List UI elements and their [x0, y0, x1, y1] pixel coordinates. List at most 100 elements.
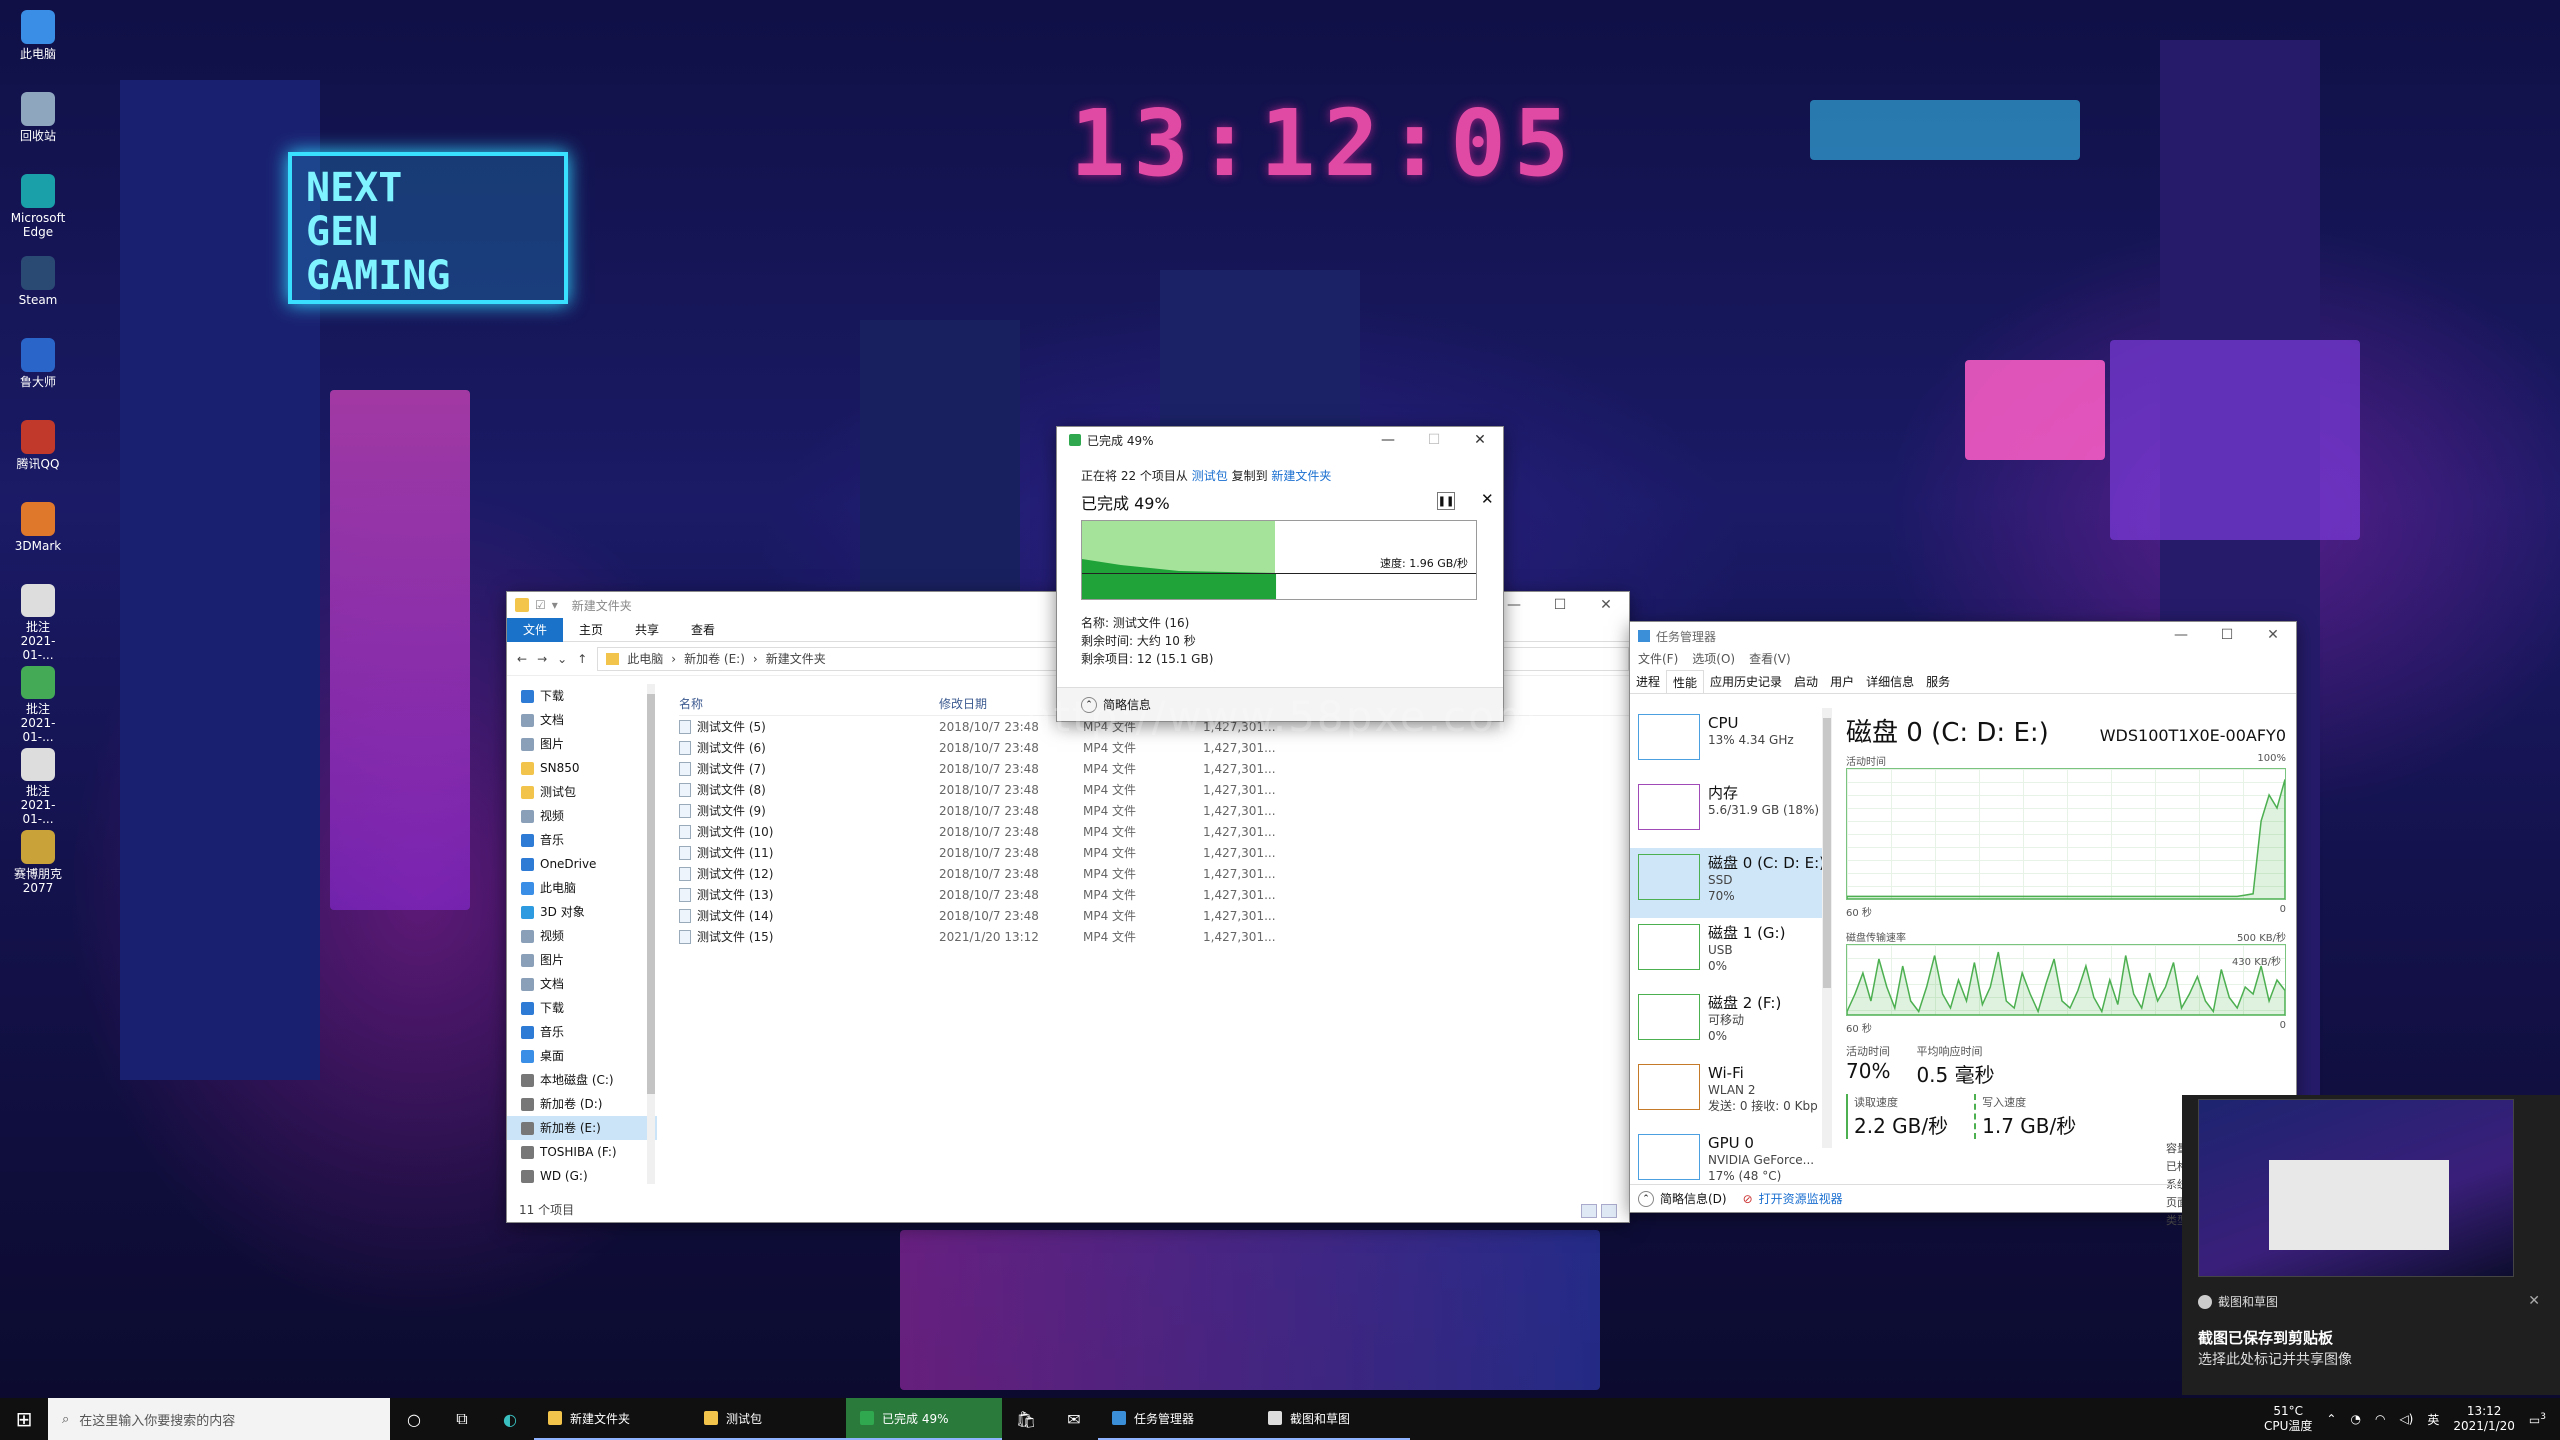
nav-item[interactable]: 本地磁盘 (C:)	[521, 1068, 657, 1092]
nav-item[interactable]: OneDrive	[521, 852, 657, 876]
nav-item[interactable]: SN850	[521, 756, 657, 780]
file-row[interactable]: 测试文件 (15) 2021/1/20 13:12 MP4 文件 1,427,301.…	[679, 926, 1629, 947]
nav-item[interactable]: 测试包	[521, 780, 657, 804]
nav-item[interactable]: WD (G:)	[521, 1164, 657, 1188]
file-row[interactable]: 测试文件 (8) 2018/10/7 23:48 MP4 文件 1,427,301..…	[679, 779, 1629, 800]
taskbar-app[interactable]: 新建文件夹	[534, 1398, 690, 1440]
store-icon[interactable]: 🛍	[1002, 1398, 1050, 1440]
nav-item[interactable]: 视频	[521, 804, 657, 828]
quick-access-check-icon[interactable]: ☑	[535, 598, 546, 612]
ribbon-tab-share[interactable]: 共享	[619, 618, 675, 642]
desktop-icon[interactable]: 批注 2021-01-...	[8, 580, 68, 662]
breadcrumb-this-pc[interactable]: 此电脑	[627, 650, 663, 667]
taskbar-app[interactable]: 已完成 49%	[846, 1398, 1002, 1440]
close-icon[interactable]: ✕	[2528, 1293, 2540, 1309]
source-folder-link[interactable]: 测试包	[1192, 469, 1228, 483]
nav-item[interactable]: 新加卷 (E:)	[507, 1116, 657, 1140]
input-method[interactable]: 英	[2427, 1411, 2439, 1428]
nav-item[interactable]: 3D 对象	[521, 900, 657, 924]
maximize-icon[interactable]: ☐	[2204, 622, 2250, 648]
cortana-icon[interactable]: ○	[390, 1398, 438, 1440]
windows-start-icon[interactable]: ⊞	[0, 1398, 48, 1440]
breadcrumb-new-folder[interactable]: 新建文件夹	[766, 650, 826, 667]
cancel-icon[interactable]: ✕	[1481, 490, 1494, 508]
recent-dropdown-icon[interactable]: ⌄	[557, 652, 567, 666]
large-icons-view-icon[interactable]	[1601, 1204, 1617, 1218]
scrollbar-thumb[interactable]	[1823, 718, 1831, 988]
nav-item[interactable]: 新加卷 (D:)	[521, 1092, 657, 1116]
file-row[interactable]: 测试文件 (11) 2018/10/7 23:48 MP4 文件 1,427,301.…	[679, 842, 1629, 863]
desktop-icon[interactable]: 批注 2021-01-...	[8, 662, 68, 744]
tab-5[interactable]: 详细信息	[1860, 670, 1920, 693]
ribbon-tab-file[interactable]: 文件	[507, 617, 564, 642]
nav-item[interactable]: 下载	[521, 996, 657, 1020]
nav-item[interactable]: 音乐	[521, 1020, 657, 1044]
scrollbar-thumb[interactable]	[647, 694, 655, 1094]
file-row[interactable]: 测试文件 (9) 2018/10/7 23:48 MP4 文件 1,427,301..…	[679, 800, 1629, 821]
tab-1[interactable]: 性能	[1666, 670, 1705, 693]
desktop-icon[interactable]: 批注 2021-01-...	[8, 744, 68, 826]
minimize-icon[interactable]: —	[2158, 622, 2204, 648]
taskbar-clock[interactable]: 13:12 2021/1/20	[2453, 1404, 2515, 1434]
taskbar-app[interactable]: 截图和草图	[1254, 1398, 1410, 1440]
nav-item[interactable]: 桌面	[521, 1044, 657, 1068]
nav-item[interactable]: 图片	[521, 948, 657, 972]
nav-item[interactable]: 音乐	[521, 828, 657, 852]
ribbon-tab-view[interactable]: 查看	[675, 618, 731, 642]
breadcrumb-volume-e[interactable]: 新加卷 (E:)	[684, 650, 745, 667]
up-arrow-icon[interactable]: ↑	[577, 652, 587, 666]
perf-item[interactable]: Wi-Fi WLAN 2 发送: 0 接收: 0 Kbp	[1630, 1058, 1830, 1128]
file-row[interactable]: 测试文件 (7) 2018/10/7 23:48 MP4 文件 1,427,301..…	[679, 758, 1629, 779]
copy-progress-dialog[interactable]: 已完成 49% — ☐ ✕ 正在将 22 个项目从 测试包 复制到 新建文件夹 …	[1057, 427, 1503, 721]
nav-item[interactable]: TOSHIBA (F:)	[521, 1140, 657, 1164]
volume-icon[interactable]: ◁)	[2399, 1412, 2413, 1426]
close-icon[interactable]: ✕	[2250, 622, 2296, 648]
desktop-icon[interactable]: 回收站	[8, 88, 68, 170]
nav-scrollbar[interactable]	[647, 684, 655, 1184]
file-row[interactable]: 测试文件 (13) 2018/10/7 23:48 MP4 文件 1,427,301.…	[679, 884, 1629, 905]
perf-item[interactable]: CPU 13% 4.34 GHz	[1630, 708, 1830, 778]
desktop-icon[interactable]: 赛博朋克 2077	[8, 826, 68, 908]
desktop-icon[interactable]: 腾讯QQ	[8, 416, 68, 498]
nav-item[interactable]: 下载	[521, 684, 657, 708]
tab-6[interactable]: 服务	[1920, 670, 1956, 693]
nav-item[interactable]: 文档	[521, 708, 657, 732]
desktop-icon[interactable]: 鲁大师	[8, 334, 68, 416]
fewer-details-button[interactable]: ⌃ 简略信息(D)	[1638, 1190, 1727, 1207]
desktop-icon[interactable]: 此电脑	[8, 6, 68, 88]
task-manager-titlebar[interactable]: 任务管理器 — ☐ ✕	[1630, 622, 2296, 650]
tab-0[interactable]: 进程	[1630, 670, 1666, 693]
menu-view[interactable]: 查看(V)	[1749, 650, 1791, 670]
tab-2[interactable]: 应用历史记录	[1704, 670, 1788, 693]
taskbar-app[interactable]: 测试包	[690, 1398, 846, 1440]
desktop-icon[interactable]: Steam	[8, 252, 68, 334]
menu-file[interactable]: 文件(F)	[1638, 650, 1678, 670]
nav-item[interactable]: 视频	[521, 924, 657, 948]
snip-notification[interactable]: 截图和草图 ✕ 截图已保存到剪贴板 选择此处标记并共享图像	[2182, 1095, 2560, 1395]
maximize-icon[interactable]: ☐	[1537, 592, 1583, 618]
perf-item[interactable]: 磁盘 1 (G:) USB 0%	[1630, 918, 1830, 988]
sidebar-scrollbar[interactable]	[1822, 708, 1832, 1148]
back-arrow-icon[interactable]: ←	[517, 652, 527, 666]
nav-item[interactable]: 文档	[521, 972, 657, 996]
notification-center-icon[interactable]: ▭3	[2529, 1412, 2546, 1427]
screenshot-thumbnail[interactable]	[2198, 1099, 2514, 1277]
tab-3[interactable]: 启动	[1788, 670, 1824, 693]
taskbar-search-box[interactable]: ⌕ 在这里输入你要搜索的内容	[48, 1398, 390, 1440]
cpu-temp[interactable]: 51°C CPU温度	[2264, 1404, 2312, 1434]
minimize-icon[interactable]: —	[1365, 427, 1411, 453]
network-icon[interactable]: ◔	[2350, 1412, 2360, 1426]
perf-item[interactable]: 磁盘 0 (C: D: E:) SSD 70%	[1630, 848, 1830, 918]
wifi-icon[interactable]: ◠	[2375, 1412, 2385, 1426]
details-view-icon[interactable]	[1581, 1204, 1597, 1218]
desktop-icon[interactable]: 3DMark	[8, 498, 68, 580]
close-icon[interactable]: ✕	[1583, 592, 1629, 618]
nav-item[interactable]: 图片	[521, 732, 657, 756]
menu-options[interactable]: 选项(O)	[1692, 650, 1735, 670]
copy-dialog-titlebar[interactable]: 已完成 49% — ☐ ✕	[1057, 427, 1503, 453]
file-row[interactable]: 测试文件 (14) 2018/10/7 23:48 MP4 文件 1,427,301.…	[679, 905, 1629, 926]
pause-icon[interactable]: ❚❚	[1437, 492, 1455, 510]
task-view-icon[interactable]: ⧉	[438, 1398, 486, 1440]
perf-item[interactable]: 内存 5.6/31.9 GB (18%)	[1630, 778, 1830, 848]
desktop-icon[interactable]: Microsoft Edge	[8, 170, 68, 252]
